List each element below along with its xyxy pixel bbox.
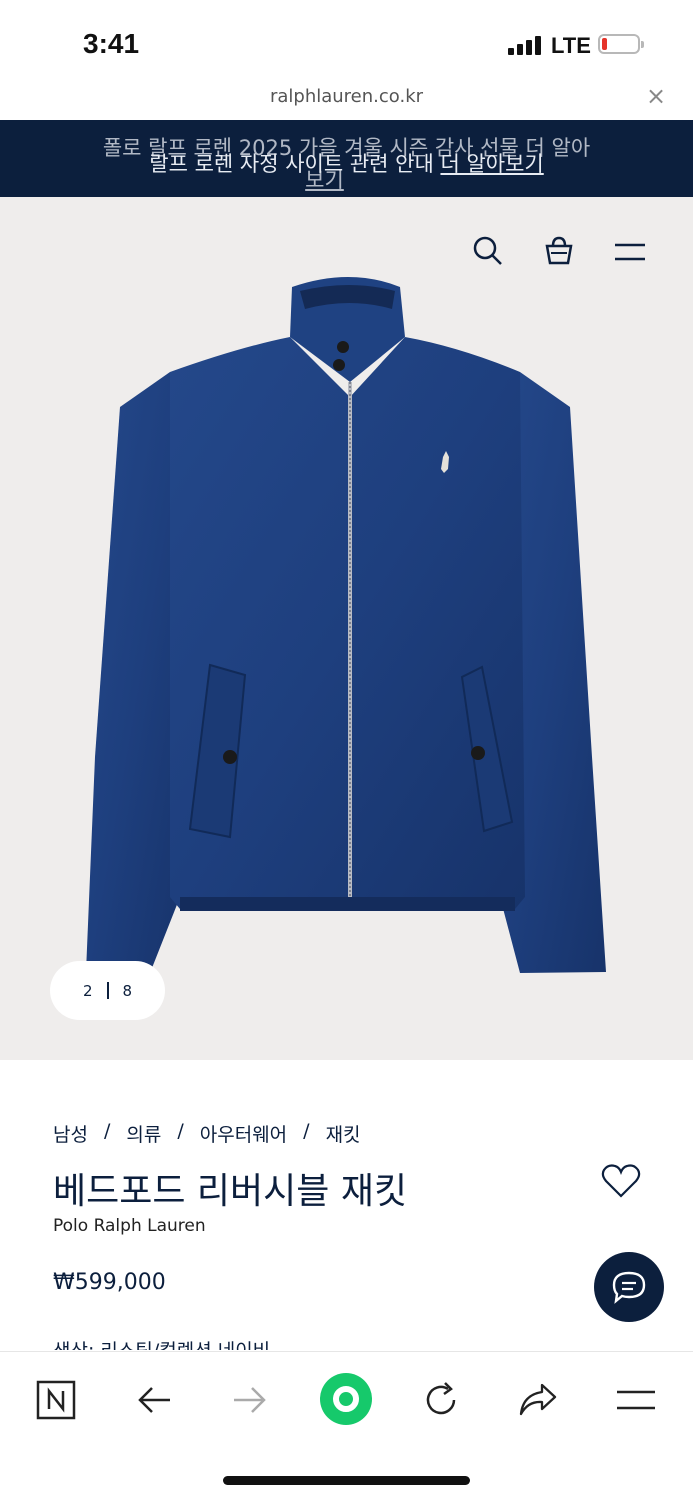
- breadcrumb-item-outerwear[interactable]: 아우터웨어: [200, 1120, 287, 1147]
- product-title: 베드포드 리버시블 재킷: [53, 1171, 408, 1212]
- status-bar: 3:41 LTE: [0, 0, 693, 80]
- chat-button[interactable]: [594, 1252, 664, 1322]
- share-icon[interactable]: [516, 1378, 560, 1422]
- home-indicator: [223, 1476, 470, 1485]
- gallery-current: 2: [82, 981, 93, 1000]
- breadcrumb-item-clothing[interactable]: 의류: [126, 1120, 161, 1147]
- chat-icon: [612, 1271, 646, 1304]
- network-label: LTE: [551, 33, 591, 58]
- breadcrumb-separator: /: [103, 1120, 111, 1142]
- more-menu-icon[interactable]: [614, 1378, 658, 1422]
- breadcrumb-separator: /: [177, 1120, 184, 1142]
- bag-icon[interactable]: [544, 235, 574, 271]
- back-icon[interactable]: [132, 1378, 176, 1422]
- naver-icon[interactable]: [34, 1378, 78, 1422]
- promo-see-link[interactable]: 보기: [305, 168, 344, 192]
- product-price: ₩599,000: [53, 1270, 166, 1295]
- reload-icon[interactable]: [419, 1378, 463, 1422]
- breadcrumb-separator: /: [303, 1120, 310, 1142]
- search-icon[interactable]: [472, 235, 504, 271]
- menu-icon[interactable]: [614, 243, 646, 265]
- breadcrumb-item-jackets[interactable]: 재킷: [326, 1120, 361, 1147]
- forward-icon: [228, 1378, 272, 1422]
- signal-icon: [508, 36, 541, 55]
- brand-name[interactable]: Polo Ralph Lauren: [53, 1216, 206, 1236]
- status-time: 3:41: [83, 28, 140, 59]
- address-bar[interactable]: ralphlauren.co.kr ×: [0, 80, 693, 120]
- battery-icon: [598, 34, 644, 54]
- close-icon[interactable]: ×: [646, 82, 666, 110]
- heart-icon[interactable]: [601, 1163, 641, 1203]
- product-image: [86, 277, 606, 973]
- gallery-counter: 2 8: [50, 961, 165, 1020]
- promo-banner[interactable]: 폴로 랄프 로렌 2025 가을 겨울 시즌 감사 선물 더 알아 랄프 로렌 …: [0, 120, 693, 197]
- breadcrumb: 남성 / 의류 / 아우터웨어 / 재킷: [53, 1120, 361, 1147]
- breadcrumb-item-men[interactable]: 남성: [53, 1120, 88, 1147]
- promo-line-3[interactable]: 보기: [0, 164, 693, 194]
- counter-divider: [106, 982, 109, 999]
- product-gallery[interactable]: 2 8: [0, 197, 693, 1060]
- color-label: 색상: 리스틱/컬렉션 네이비: [53, 1336, 270, 1350]
- gallery-total: 8: [122, 981, 133, 1000]
- url-text[interactable]: ralphlauren.co.kr: [0, 86, 693, 107]
- home-icon[interactable]: [318, 1371, 374, 1427]
